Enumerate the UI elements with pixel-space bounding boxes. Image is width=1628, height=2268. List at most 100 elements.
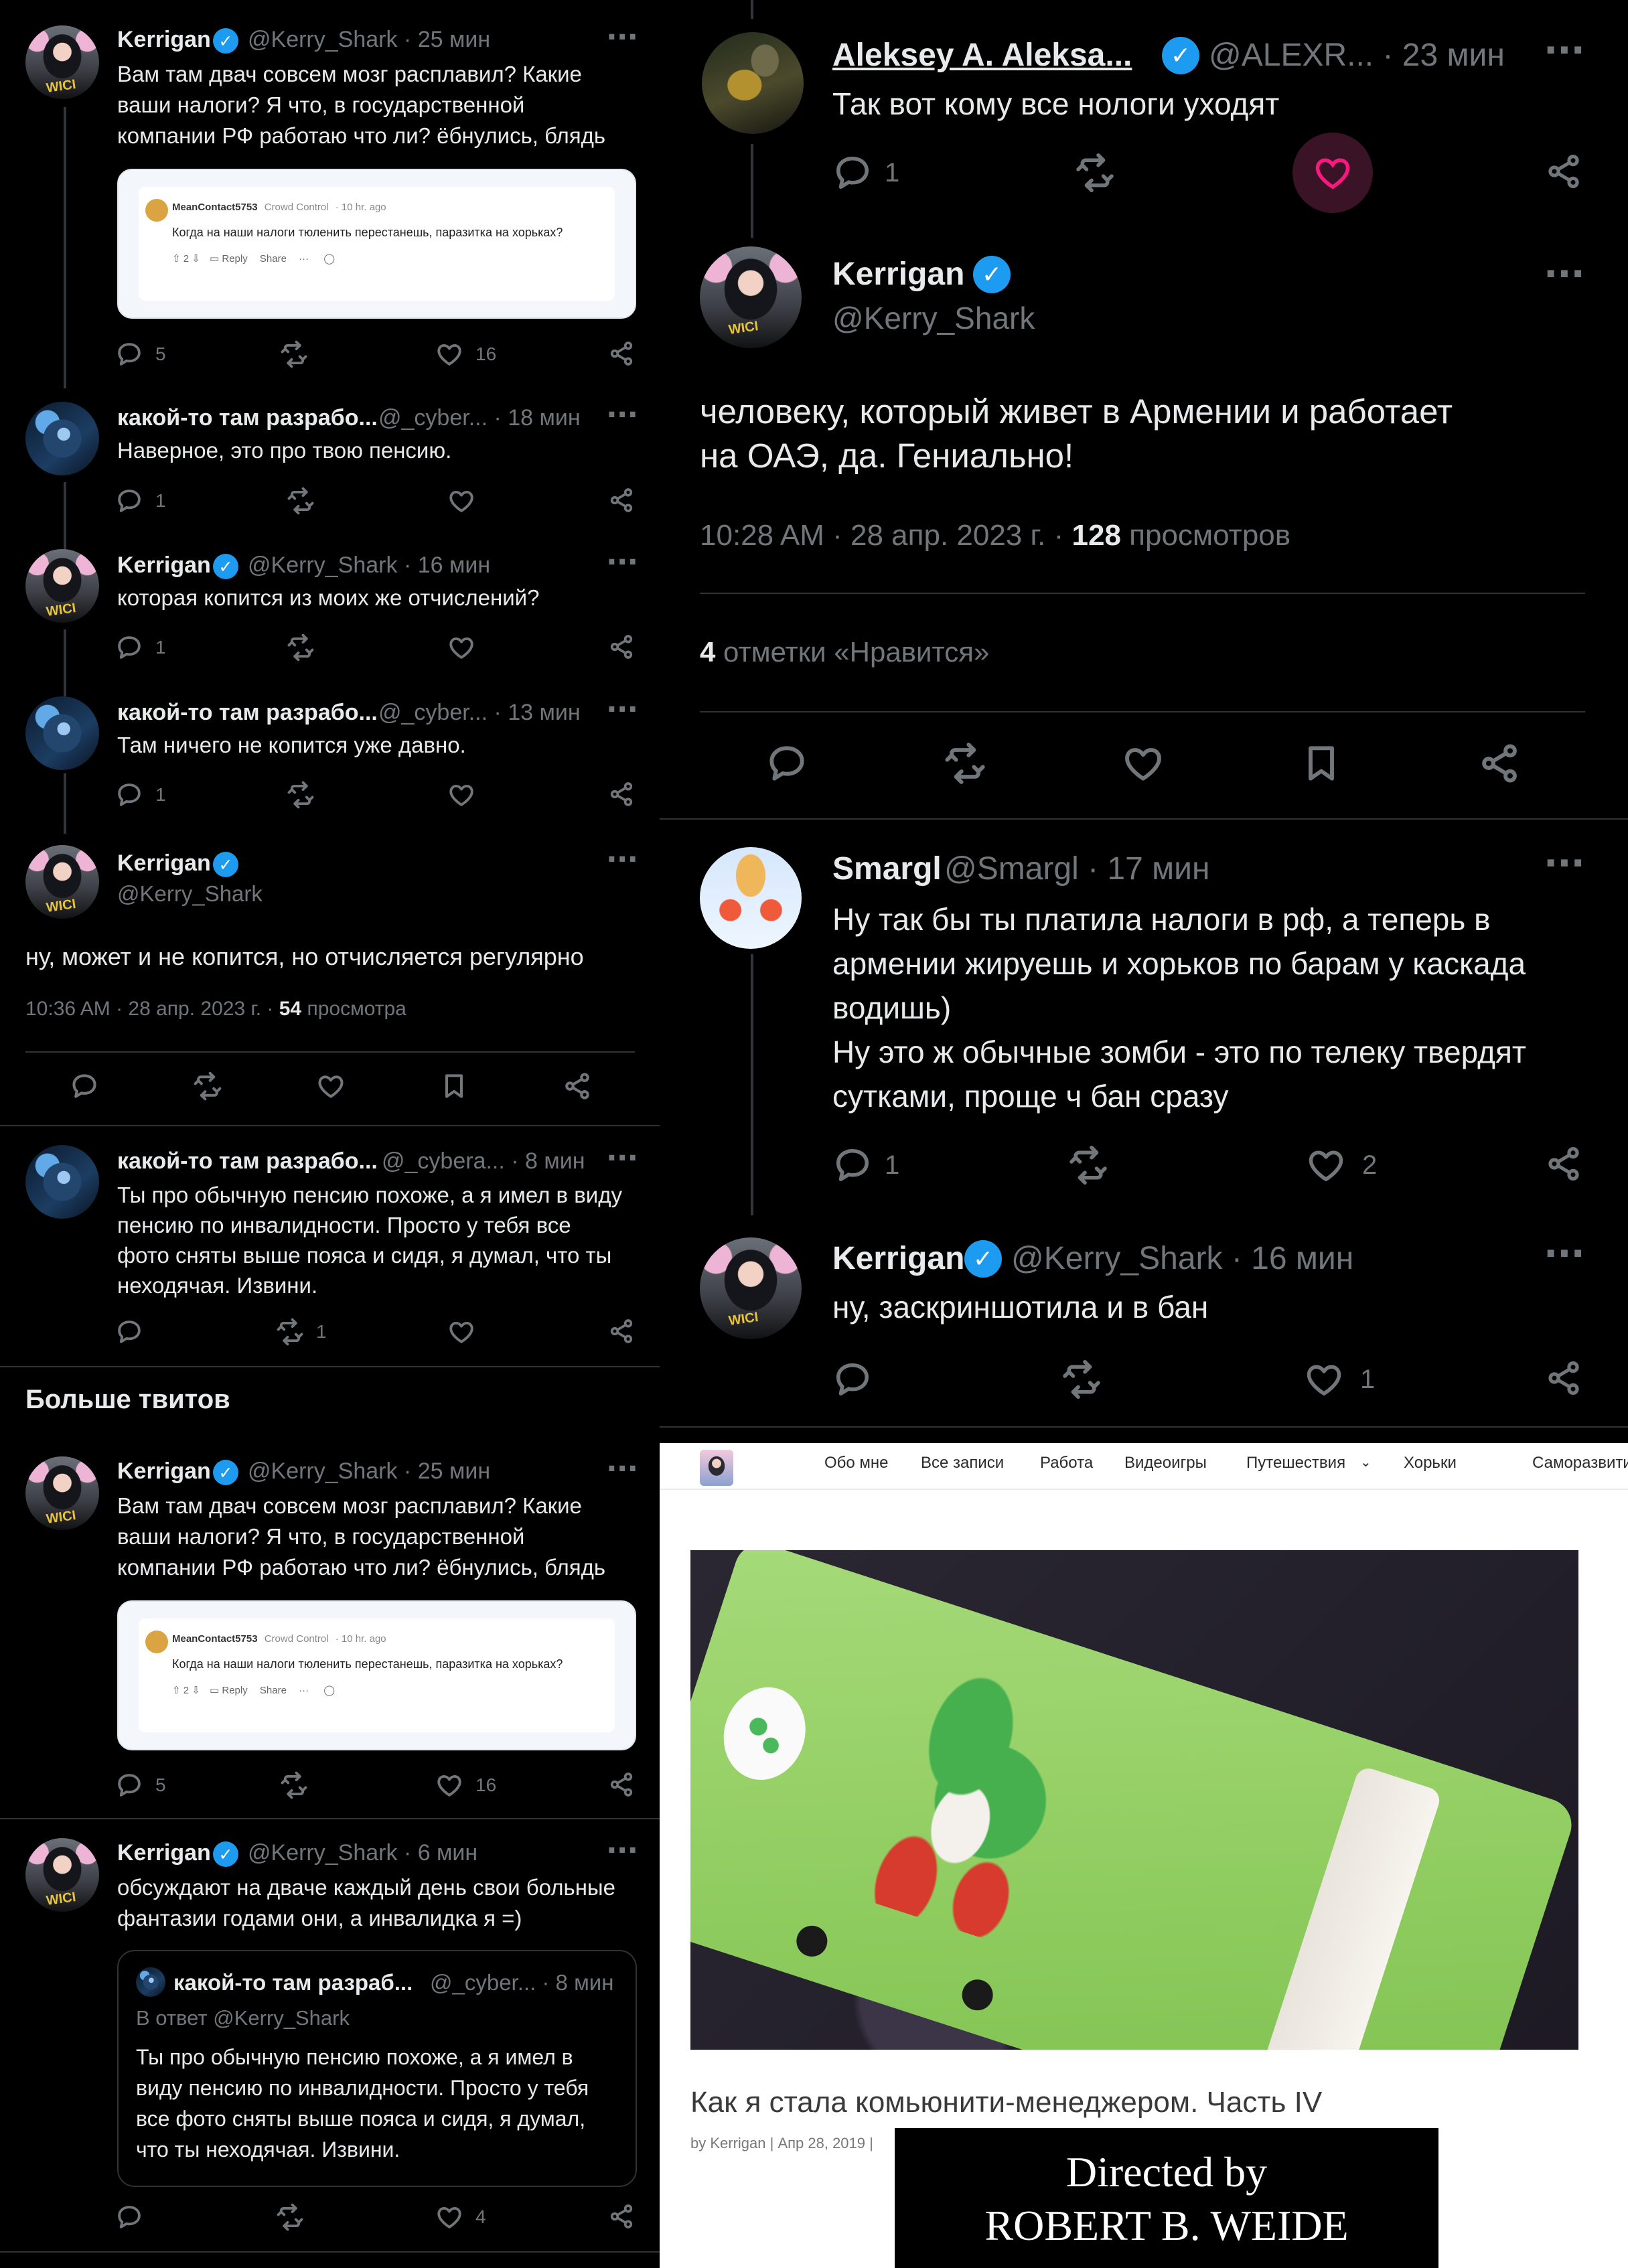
author-handle[interactable]: @_cyber... · 13 мин [378, 700, 581, 726]
share-icon[interactable] [608, 340, 635, 367]
retweet-button[interactable] [1068, 1145, 1108, 1185]
more-options-icon[interactable]: ··· [606, 845, 638, 875]
like-button[interactable] [447, 487, 475, 515]
reply-button[interactable] [70, 1071, 99, 1101]
nav-item-travel[interactable]: Путешествия [1246, 1454, 1345, 1472]
like-button[interactable] [447, 633, 475, 662]
like-button[interactable]: 4 [435, 2203, 486, 2231]
author-name[interactable]: Kerrigan [832, 1240, 964, 1277]
author-name[interactable]: Kerrigan [117, 552, 211, 579]
avatar[interactable] [25, 845, 99, 919]
post-image[interactable] [690, 1550, 1578, 2050]
nav-item-all-posts[interactable]: Все записи [921, 1454, 1004, 1472]
nav-item-self-development[interactable]: Саморазвитие [1532, 1454, 1628, 1472]
avatar[interactable] [700, 1237, 802, 1339]
share-icon[interactable] [608, 633, 635, 660]
avatar[interactable] [25, 25, 99, 99]
share-icon[interactable] [608, 1318, 635, 1345]
share-icon[interactable] [1545, 153, 1582, 190]
like-button[interactable] [447, 1318, 475, 1346]
author-name[interactable]: Smargl [832, 850, 942, 887]
tweet-timestamp[interactable]: 10:28 AM · 28 апр. 2023 г. · [700, 519, 1072, 552]
share-icon[interactable] [1545, 1145, 1582, 1183]
retweet-button[interactable] [287, 781, 315, 809]
author-name[interactable]: Kerrigan [117, 850, 211, 877]
more-options-icon[interactable]: ··· [606, 695, 638, 725]
like-button[interactable]: 16 [435, 340, 496, 368]
likes-count[interactable]: 4 отметки «Нравится» [700, 636, 989, 668]
author-handle[interactable]: @ALEXR... · 23 мин [1209, 37, 1505, 74]
avatar[interactable] [700, 847, 802, 949]
author-name[interactable]: Aleksey A. Aleksa... [832, 37, 1132, 74]
avatar[interactable] [25, 1456, 99, 1530]
avatar[interactable] [25, 1838, 99, 1912]
share-icon[interactable] [1545, 1359, 1582, 1397]
share-icon[interactable] [608, 2203, 635, 2230]
reply-button[interactable]: 1 [115, 487, 166, 515]
embedded-screenshot[interactable]: MeanContact5753 Crowd Control · 10 hr. a… [117, 169, 636, 319]
bookmark-button[interactable] [439, 1071, 469, 1101]
retweet-button[interactable] [287, 633, 315, 662]
nav-item-work[interactable]: Работа [1040, 1454, 1093, 1472]
embedded-screenshot[interactable]: MeanContact5753 Crowd Control · 10 hr. a… [117, 1600, 636, 1750]
more-options-icon[interactable]: ··· [606, 1144, 638, 1173]
reply-button[interactable]: 1 [832, 153, 899, 193]
more-options-icon[interactable]: ··· [606, 400, 638, 430]
author-name[interactable]: Kerrigan [832, 256, 964, 293]
like-button[interactable] [316, 1071, 346, 1101]
quoted-tweet[interactable]: какой-то там разраб... @_cyber... · 8 ми… [117, 1950, 637, 2187]
avatar[interactable] [25, 696, 99, 770]
more-options-icon[interactable]: ··· [1544, 32, 1585, 70]
site-logo[interactable] [700, 1450, 733, 1486]
more-options-icon[interactable]: ··· [1544, 1235, 1585, 1273]
like-button[interactable] [1122, 742, 1165, 785]
author-name[interactable]: какой-то там разрабо... [117, 405, 378, 431]
like-button[interactable]: 16 [435, 1771, 496, 1799]
reply-button[interactable]: 1 [115, 633, 166, 662]
nav-item-videogames[interactable]: Видеоигры [1124, 1454, 1207, 1472]
share-icon[interactable] [608, 487, 635, 514]
post-title[interactable]: Как я стала комьюнити-менеджером. Часть … [690, 2086, 1322, 2119]
avatar[interactable] [25, 402, 99, 475]
more-options-icon[interactable]: ··· [1544, 256, 1585, 293]
author-handle[interactable]: @_cybera... · 8 мин [382, 1148, 585, 1175]
reply-button[interactable] [115, 1318, 143, 1346]
like-button-active[interactable] [1292, 133, 1373, 213]
nav-item-ferrets[interactable]: Хорьки [1404, 1454, 1457, 1472]
retweet-button[interactable] [193, 1071, 222, 1101]
author-handle[interactable]: @Kerry_Shark · 25 мин [248, 1458, 490, 1485]
reply-button[interactable]: 5 [115, 1771, 166, 1799]
retweet-button[interactable]: 1 [276, 1318, 327, 1346]
share-icon[interactable] [608, 1771, 635, 1798]
author-handle[interactable]: @Kerry_Shark · 25 мин [248, 27, 490, 53]
share-icon[interactable] [563, 1071, 592, 1101]
reply-button[interactable]: 5 [115, 340, 166, 368]
nav-item-about[interactable]: Обо мне [824, 1454, 889, 1472]
reply-button[interactable] [115, 2203, 143, 2231]
avatar[interactable] [25, 1145, 99, 1219]
more-options-icon[interactable]: ··· [606, 548, 638, 577]
retweet-button[interactable] [287, 487, 315, 515]
retweet-button[interactable] [1061, 1359, 1102, 1400]
reply-button[interactable] [832, 1359, 873, 1400]
retweet-button[interactable] [1075, 153, 1115, 193]
more-options-icon[interactable]: ··· [606, 1836, 638, 1866]
author-handle[interactable]: @_cyber... · 18 мин [378, 405, 581, 431]
avatar[interactable] [702, 32, 804, 134]
retweet-button[interactable] [280, 340, 308, 368]
author-handle[interactable]: @Kerry_Shark · 16 мин [1011, 1240, 1353, 1277]
retweet-button[interactable] [276, 2203, 304, 2231]
like-button[interactable]: 1 [1304, 1359, 1375, 1400]
author-name[interactable]: какой-то там разрабо... [117, 700, 378, 726]
reply-button[interactable] [765, 742, 808, 785]
author-name[interactable]: Kerrigan [117, 27, 211, 53]
more-options-icon[interactable]: ··· [1544, 845, 1585, 883]
more-options-icon[interactable]: ··· [606, 23, 638, 52]
author-handle[interactable]: @Smargl · 17 мин [944, 850, 1209, 887]
author-handle[interactable]: @Kerry_Shark [832, 300, 1035, 336]
avatar[interactable] [25, 549, 99, 623]
share-icon[interactable] [608, 781, 635, 808]
author-name[interactable]: Kerrigan [117, 1458, 211, 1485]
avatar[interactable] [700, 246, 802, 348]
bookmark-button[interactable] [1300, 742, 1343, 785]
